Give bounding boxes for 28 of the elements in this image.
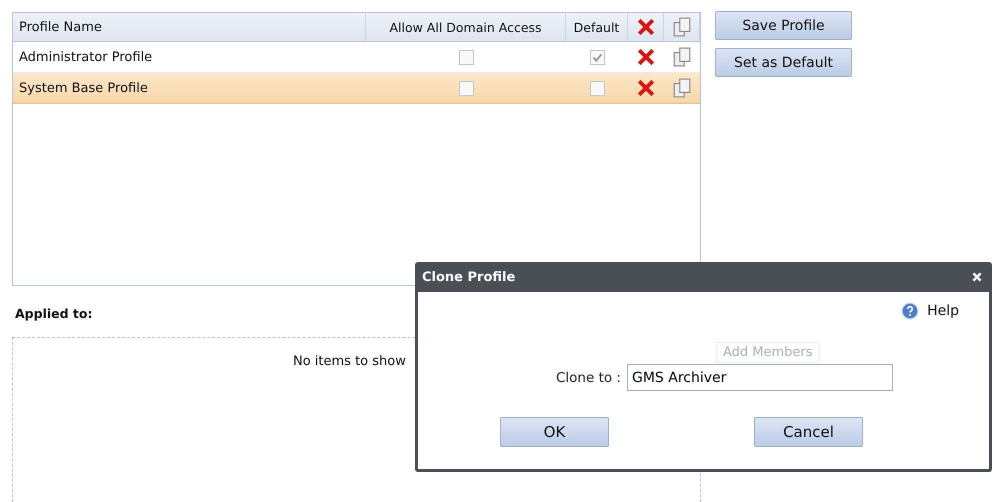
empty-message: No items to show bbox=[293, 354, 406, 369]
action-button[interactable]: Save Profile bbox=[715, 11, 852, 40]
table-row[interactable]: System Base Profile bbox=[13, 73, 700, 104]
checkbox[interactable] bbox=[458, 80, 474, 96]
copy-icon bbox=[672, 17, 690, 37]
profile-name: Administrator Profile bbox=[18, 48, 154, 66]
checkbox[interactable] bbox=[590, 50, 604, 64]
copy-icon[interactable] bbox=[673, 47, 691, 67]
profile-name: System Base Profile bbox=[18, 80, 149, 98]
dialog-title: Clone Profile bbox=[422, 270, 516, 284]
checkbox[interactable] bbox=[590, 80, 604, 96]
field-label: Clone to : bbox=[556, 370, 621, 386]
checkbox[interactable] bbox=[458, 50, 474, 64]
help-icon[interactable] bbox=[901, 302, 920, 320]
section-label: Applied to: bbox=[15, 306, 92, 321]
delete-icon bbox=[636, 18, 654, 36]
dialog-button[interactable]: OK bbox=[500, 417, 609, 447]
copy-icon[interactable] bbox=[673, 78, 691, 98]
delete-icon[interactable] bbox=[637, 79, 655, 97]
column-header: Default bbox=[566, 13, 628, 41]
column-header: Profile Name bbox=[13, 13, 366, 41]
close-icon[interactable] bbox=[971, 271, 983, 283]
help-link[interactable]: Help bbox=[927, 303, 959, 319]
column-header: Allow All Domain Access bbox=[366, 13, 566, 41]
action-button[interactable]: Set as Default bbox=[715, 48, 852, 77]
dialog-button[interactable]: Cancel bbox=[754, 417, 863, 447]
delete-icon[interactable] bbox=[637, 48, 655, 66]
clone-name-field[interactable]: GMS Archiver bbox=[626, 364, 893, 391]
